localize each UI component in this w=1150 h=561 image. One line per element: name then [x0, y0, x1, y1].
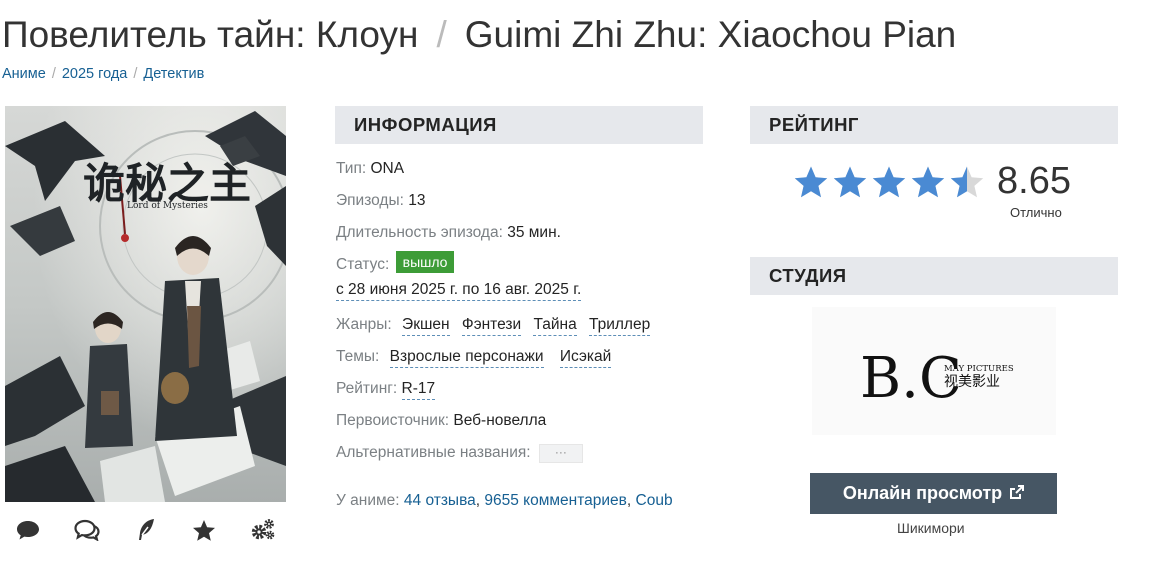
about-anime: У аниме: 44 отзыва, 9655 комментариев, C…: [336, 492, 673, 510]
info-genres: Жанры: Экшен Фэнтези Тайна Триллер: [336, 309, 716, 341]
aired-dates[interactable]: с 28 июня 2025 г. по 16 авг. 2025 г.: [336, 280, 582, 301]
breadcrumb-year-link[interactable]: 2025 года: [62, 66, 128, 82]
poster-image[interactable]: 诡秘之主 Lord of Mysteries: [5, 106, 286, 502]
external-link-icon: [1010, 485, 1025, 499]
alt-names-label: Альтернативные названия:: [336, 444, 531, 461]
duration-value: 35 мин.: [507, 224, 561, 241]
coub-link[interactable]: Coub: [636, 492, 673, 509]
status-badge: вышло: [395, 251, 455, 273]
info-heading: ИНФОРМАЦИЯ: [335, 106, 703, 144]
poster-title-en: Lord of Mysteries: [127, 201, 208, 211]
feather-icon[interactable]: [128, 515, 164, 545]
rating-star: [911, 166, 945, 198]
rating-label: Отлично: [1010, 205, 1062, 220]
genres-label: Жанры:: [336, 316, 392, 333]
genre-tag[interactable]: Фэнтези: [461, 315, 522, 336]
age-rating-label: Рейтинг:: [336, 380, 398, 397]
studio-logo[interactable]: B.C MAY PICTURES 视美影业: [812, 307, 1056, 435]
title-en: Guimi Zhi Zhu: Xiaochou Pian: [464, 14, 957, 55]
info-duration: Длительность эпизода: 35 мин.: [336, 217, 716, 249]
breadcrumb: Аниме / 2025 года / Детектив: [2, 66, 204, 82]
info-themes: Темы: Взрослые персонажи Исэкай: [336, 341, 716, 373]
watch-provider: Шикимори: [897, 520, 965, 536]
info-status: Статус: вышло: [336, 249, 716, 281]
age-rating-value[interactable]: R-17: [401, 379, 436, 400]
rating-box: 8.65: [793, 158, 1071, 204]
info-source: Первоисточник: Веб-новелла: [336, 405, 716, 437]
info-rating: Рейтинг: R-17: [336, 373, 716, 405]
status-label: Статус:: [336, 256, 390, 273]
rating-star: [833, 166, 867, 198]
about-label: У аниме:: [336, 492, 400, 509]
studio-logo-cn: 视美影业: [944, 374, 1000, 390]
rating-score: 8.65: [997, 160, 1071, 202]
episodes-label: Эпизоды:: [336, 192, 404, 209]
alt-names-expand-button[interactable]: ···: [538, 444, 583, 463]
studio-heading: СТУДИЯ: [750, 257, 1118, 295]
reviews-link[interactable]: 44 отзыва: [404, 492, 476, 509]
title-ru: Повелитель тайн: Клоун: [2, 14, 419, 55]
source-label: Первоисточник:: [336, 412, 450, 429]
comment-icon[interactable]: [10, 515, 46, 545]
breadcrumb-separator: /: [51, 66, 56, 82]
breadcrumb-anime-link[interactable]: Аниме: [2, 66, 46, 82]
info-type: Тип: ONA: [336, 153, 716, 185]
episodes-value: 13: [408, 192, 426, 209]
genre-tag[interactable]: Экшен: [402, 315, 450, 336]
info-block: Тип: ONA Эпизоды: 13 Длительность эпизод…: [336, 153, 716, 469]
rating-star: [794, 166, 828, 198]
themes-label: Темы:: [336, 348, 380, 365]
breadcrumb-separator: /: [133, 66, 138, 82]
source-value: Веб-новелла: [453, 412, 547, 429]
watch-online-label: Онлайн просмотр: [842, 483, 1003, 503]
star-icon[interactable]: [186, 515, 222, 545]
info-alt-names: Альтернативные названия: ···: [336, 437, 716, 469]
theme-tag[interactable]: Взрослые персонажи: [389, 347, 544, 368]
title-separator: /: [436, 14, 447, 55]
studio-logo-mark: B.C MAY PICTURES 视美影业: [860, 346, 1014, 411]
rating-star: [872, 166, 906, 198]
poster-actions: [5, 515, 286, 545]
genre-tag[interactable]: Триллер: [589, 315, 651, 336]
theme-tag[interactable]: Исэкай: [559, 347, 612, 368]
breadcrumb-genre-link[interactable]: Детектив: [143, 66, 204, 82]
comma-separator: ,: [626, 492, 636, 509]
watch-online-button[interactable]: Онлайн просмотр: [810, 473, 1057, 514]
genre-tag[interactable]: Тайна: [533, 315, 577, 336]
page-title: Повелитель тайн: Клоун / Guimi Zhi Zhu: Xi…: [2, 14, 956, 56]
comments-link[interactable]: 9655 комментариев: [484, 492, 627, 509]
info-episodes: Эпизоды: 13: [336, 185, 716, 217]
duration-label: Длительность эпизода:: [336, 224, 503, 241]
type-label: Тип:: [336, 160, 367, 177]
comments-icon[interactable]: [69, 515, 105, 545]
studio-logo-en: MAY PICTURES: [944, 364, 1014, 374]
rating-heading: РЕЙТИНГ: [750, 106, 1118, 144]
poster-artwork: 诡秘之主 Lord of Mysteries: [5, 106, 286, 502]
cogs-icon[interactable]: [245, 515, 281, 545]
rating-star: [950, 166, 984, 198]
info-dates: с 28 июня 2025 г. по 16 авг. 2025 г.: [336, 278, 716, 304]
rating-stars: [793, 165, 985, 199]
type-value: ONA: [370, 160, 405, 177]
